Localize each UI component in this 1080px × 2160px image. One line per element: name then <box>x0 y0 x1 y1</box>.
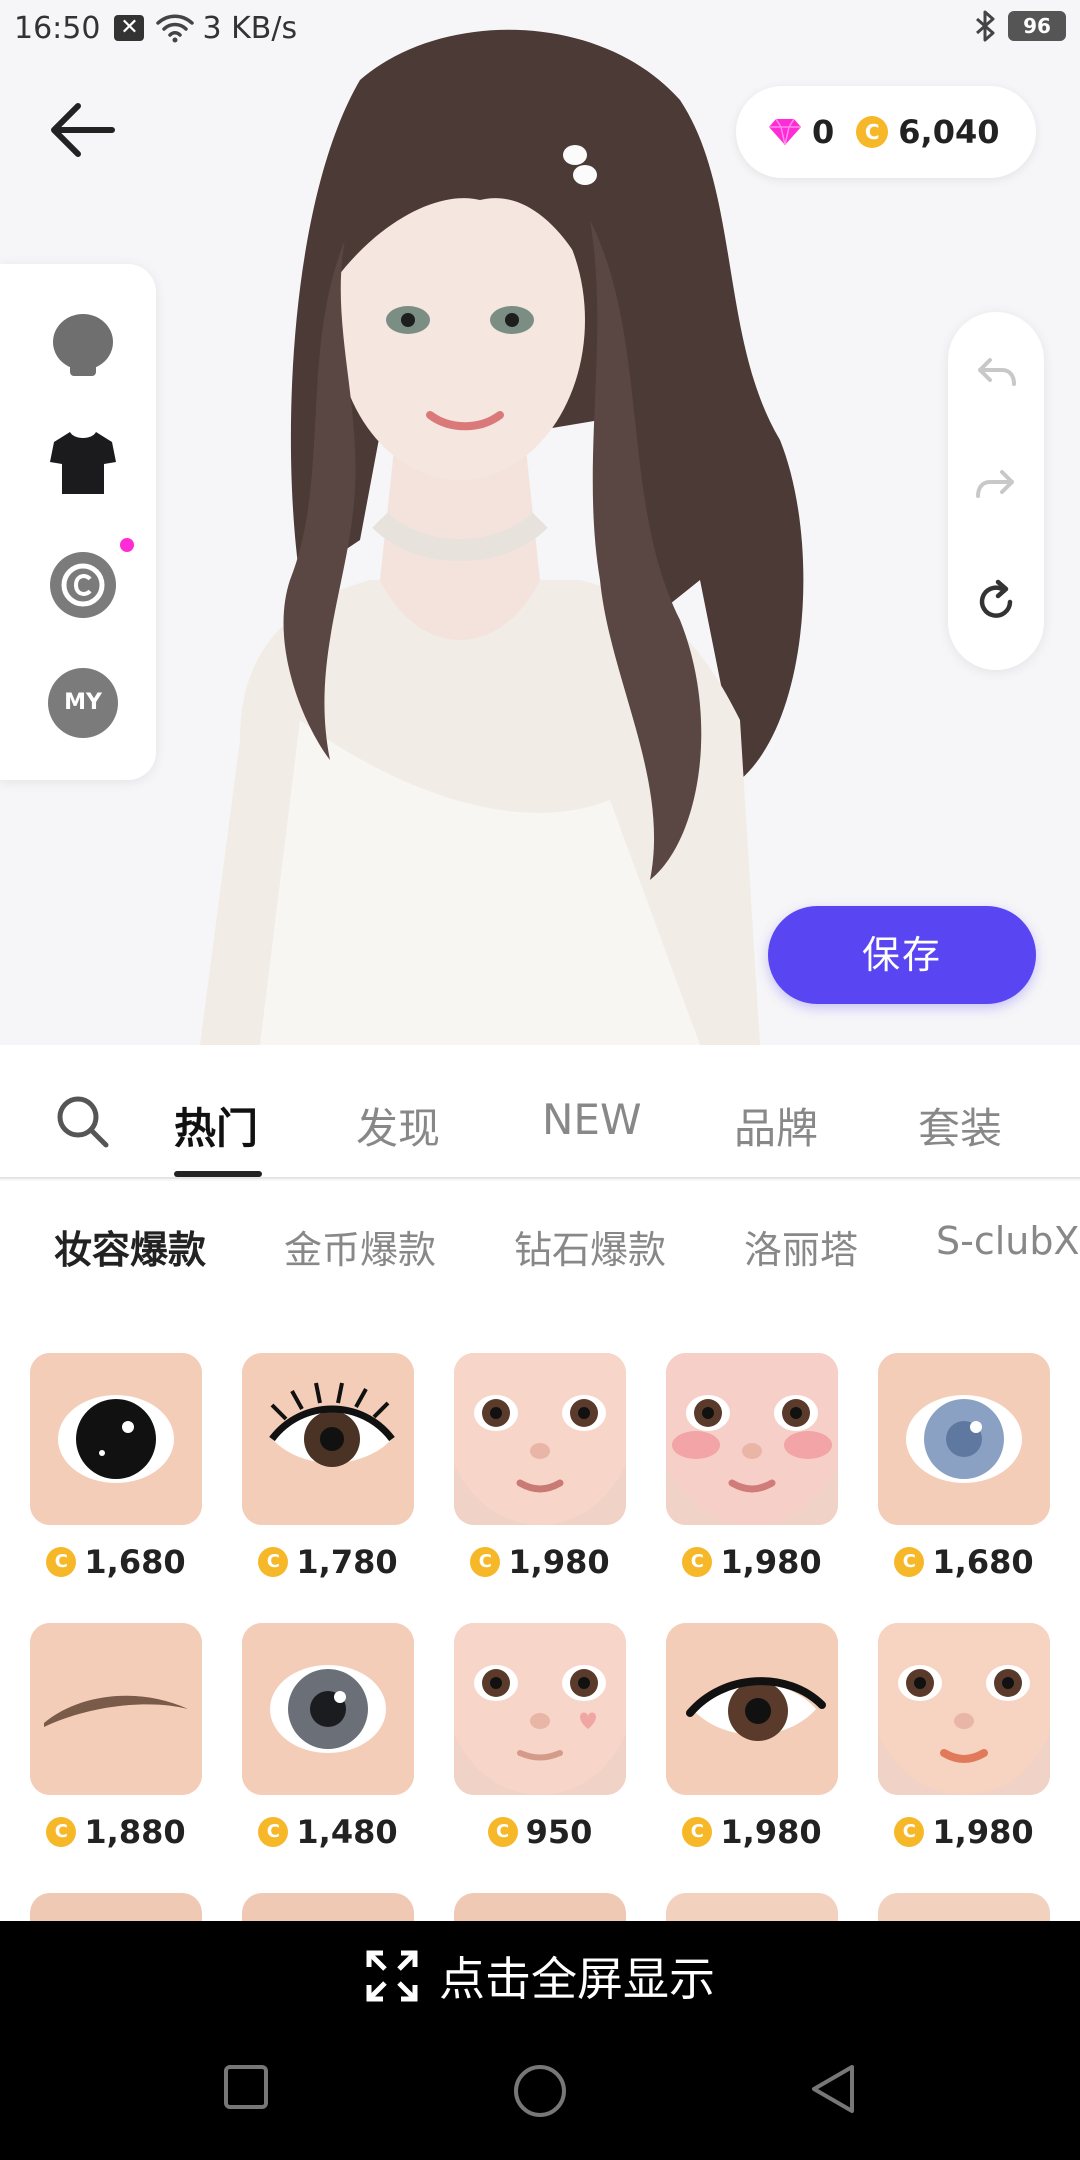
notification-x-icon: ✕ <box>114 15 145 41</box>
coin-icon: C <box>894 1547 925 1577</box>
sub-tabs: 妆容爆款 金币爆款 钻石爆款 洛丽塔 S-clubX <box>0 1181 1080 1311</box>
status-bar: 16:50 ✕ 3 KB/s 96 <box>0 0 1080 56</box>
face-makeup-blush-icon <box>666 1353 838 1525</box>
item-card[interactable]: C 1,980 <box>454 1353 626 1581</box>
tab-discover[interactable]: 发现 <box>356 1095 440 1156</box>
item-card[interactable]: C 1,980 <box>666 1623 838 1851</box>
item-price: 1,980 <box>508 1543 610 1581</box>
undo-icon[interactable] <box>972 350 1020 398</box>
coin-icon: C <box>682 1817 713 1847</box>
item-card[interactable]: C 1,680 <box>30 1353 202 1581</box>
item-price: 1,980 <box>720 1543 822 1581</box>
face-makeup-icon <box>454 1353 626 1525</box>
brown-eye-liner-icon <box>666 1623 838 1795</box>
item-card-partial[interactable] <box>878 1893 1050 1921</box>
item-price: 1,980 <box>720 1813 822 1851</box>
back-nav-icon[interactable] <box>808 2063 858 2115</box>
redo-icon[interactable] <box>972 462 1020 510</box>
main-tabs: 热门 发现 NEW 品牌 套装 <box>0 1045 1080 1179</box>
item-price: 1,880 <box>84 1813 186 1851</box>
coin-icon: C <box>682 1547 713 1577</box>
network-speed: 3 KB/s <box>202 10 298 46</box>
status-time: 16:50 <box>14 10 101 46</box>
new-badge-dot <box>120 538 134 552</box>
item-price: 1,480 <box>296 1813 398 1851</box>
tab-brand[interactable]: 品牌 <box>734 1095 818 1156</box>
history-panel <box>948 312 1044 670</box>
item-card[interactable]: C 1,480 <box>242 1623 414 1851</box>
black-eye-lens-icon <box>30 1353 202 1525</box>
my-items-button[interactable]: MY <box>48 668 118 738</box>
item-card[interactable]: C 1,980 <box>878 1623 1050 1851</box>
eyelash-eye-icon <box>242 1353 414 1525</box>
item-price: 950 <box>525 1813 593 1851</box>
subtab-makeup[interactable]: 妆容爆款 <box>54 1219 206 1274</box>
item-card[interactable]: C 950 <box>454 1623 626 1851</box>
item-card[interactable]: C 1,980 <box>666 1353 838 1581</box>
save-button[interactable]: 保存 <box>768 906 1036 1004</box>
item-card[interactable]: C 1,680 <box>878 1353 1050 1581</box>
reset-icon[interactable] <box>972 578 1020 626</box>
item-price: 1,980 <box>932 1813 1034 1851</box>
diamond-count: 0 <box>812 113 835 151</box>
battery-icon: 96 <box>1008 11 1066 41</box>
coin-icon: C <box>894 1817 925 1847</box>
fullscreen-prompt[interactable]: 点击全屏显示 <box>0 1921 1080 2031</box>
item-card-partial[interactable] <box>666 1893 838 1921</box>
coin-count: 6,040 <box>898 113 1000 151</box>
face-heart-sticker-icon <box>454 1623 626 1795</box>
expand-icon <box>366 1950 418 2002</box>
item-price: 1,780 <box>296 1543 398 1581</box>
item-card-partial[interactable] <box>454 1893 626 1921</box>
bluetooth-icon <box>976 10 995 42</box>
head-icon[interactable] <box>48 308 118 378</box>
subtab-diamond[interactable]: 钻石爆款 <box>514 1219 666 1274</box>
category-side-panel: MY <box>0 264 156 780</box>
item-card-partial[interactable] <box>242 1893 414 1921</box>
blue-eye-lens-icon <box>878 1353 1050 1525</box>
item-price: 1,680 <box>932 1543 1034 1581</box>
subtab-lolita[interactable]: 洛丽塔 <box>744 1219 858 1274</box>
home-icon[interactable] <box>512 2063 568 2119</box>
wifi-icon <box>156 14 195 43</box>
coin-icon: C <box>258 1547 289 1577</box>
tab-new[interactable]: NEW <box>542 1095 641 1144</box>
subtab-coin[interactable]: 金币爆款 <box>284 1219 436 1274</box>
tab-sets[interactable]: 套装 <box>918 1095 1002 1156</box>
item-grid: C 1,680 C 1,780 C 1,980 C 1,980 C 1,680 … <box>0 1311 1080 1921</box>
coin-icon: C <box>258 1817 289 1847</box>
diamond-icon <box>769 118 801 146</box>
subtab-sclubx[interactable]: S-clubX <box>936 1219 1080 1263</box>
face-makeup-orange-lip-icon <box>878 1623 1050 1795</box>
search-icon[interactable] <box>56 1095 110 1149</box>
fullscreen-label: 点击全屏显示 <box>439 1952 715 2006</box>
active-tab-indicator <box>174 1171 262 1177</box>
avatar-stage[interactable]: 0 C 6,040 MY 保存 <box>0 0 1080 1045</box>
clothing-icon[interactable] <box>48 428 118 498</box>
coin-icon: C <box>856 116 889 148</box>
item-price: 1,680 <box>84 1543 186 1581</box>
copyright-brand-icon[interactable] <box>48 550 118 620</box>
system-nav-bar <box>0 2031 1080 2160</box>
coin-icon: C <box>487 1817 518 1847</box>
tab-hot[interactable]: 热门 <box>174 1095 258 1156</box>
coin-icon: C <box>46 1547 77 1577</box>
item-card[interactable]: C 1,780 <box>242 1353 414 1581</box>
item-card-partial[interactable] <box>30 1893 202 1921</box>
currency-balance[interactable]: 0 C 6,040 <box>736 86 1036 178</box>
eyebrow-icon <box>30 1623 202 1795</box>
gray-eye-lens-icon <box>242 1623 414 1795</box>
recent-apps-icon[interactable] <box>222 2063 270 2111</box>
item-card[interactable]: C 1,880 <box>30 1623 202 1851</box>
coin-icon: C <box>46 1817 77 1847</box>
coin-icon: C <box>470 1547 501 1577</box>
back-arrow-icon[interactable] <box>48 100 118 160</box>
